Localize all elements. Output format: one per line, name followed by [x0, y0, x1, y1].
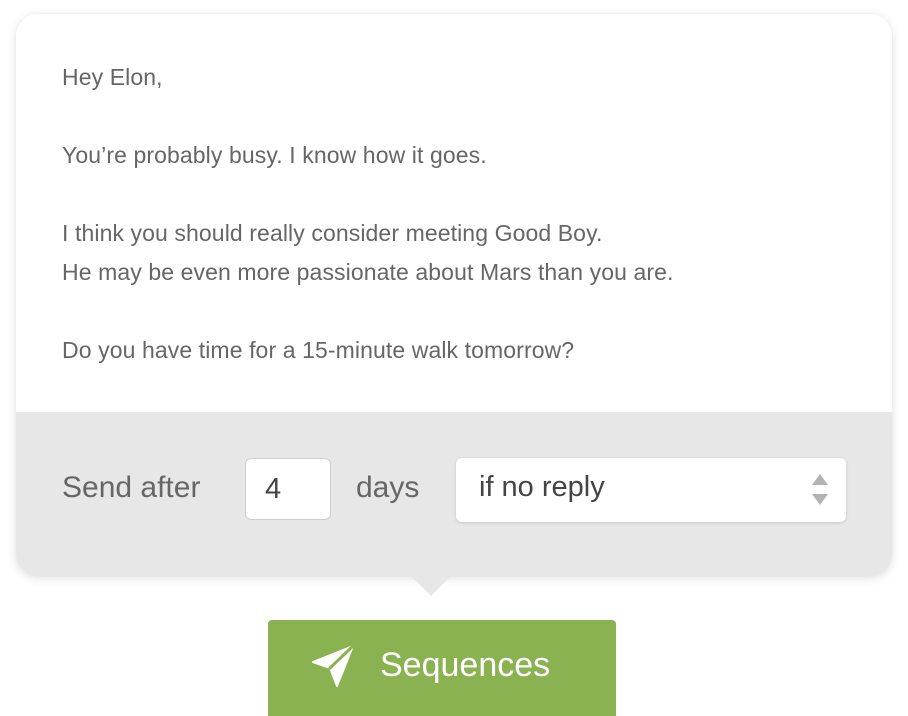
send-after-label: Send after — [62, 471, 201, 504]
email-paragraph-2-line-1: I think you should really consider meeti… — [62, 220, 603, 246]
condition-select[interactable]: if no reply — [456, 458, 846, 522]
email-paragraph-3: Do you have time for a 15-minute walk to… — [62, 337, 575, 363]
email-paragraph-1: You’re probably busy. I know how it goes… — [62, 142, 487, 168]
email-step-card: Hey Elon, You’re probably busy. I know h… — [16, 14, 892, 576]
days-label: days — [356, 471, 420, 504]
email-body[interactable]: Hey Elon, You’re probably busy. I know h… — [16, 14, 892, 412]
sequences-button-label: Sequences — [380, 646, 551, 684]
condition-select-value: if no reply — [479, 471, 605, 503]
schedule-controls: Send after days if no reply — [16, 412, 892, 576]
sequences-button[interactable]: Sequences — [268, 620, 616, 716]
arrow-up-icon — [812, 474, 828, 485]
arrow-down-icon — [812, 494, 828, 505]
select-arrows-icon — [812, 474, 828, 508]
email-greeting: Hey Elon, — [62, 64, 163, 90]
paper-plane-icon — [312, 644, 355, 687]
days-input[interactable] — [245, 458, 331, 520]
card-pointer — [409, 574, 453, 596]
email-paragraph-2-line-2: He may be even more passionate about Mar… — [62, 259, 674, 285]
